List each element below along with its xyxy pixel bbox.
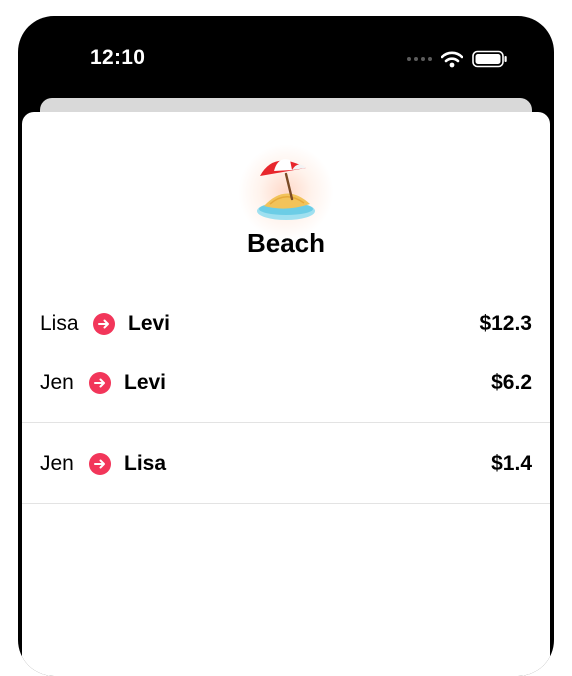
status-icons	[407, 49, 508, 69]
transfer-row-1[interactable]: Lisa Levi $12.3	[22, 304, 550, 344]
battery-icon	[472, 50, 507, 68]
status-bar: 12:10	[18, 16, 554, 106]
transfer-amount: $6.2	[491, 371, 532, 394]
wifi-icon	[441, 51, 463, 67]
group-title: Beach	[246, 228, 326, 258]
arrow-right-icon	[93, 313, 115, 335]
section-divider	[22, 422, 550, 423]
payee-name: Levi	[128, 312, 171, 335]
status-time: 12:10	[90, 46, 146, 69]
payee-name: Levi	[124, 371, 167, 394]
payee-name: Lisa	[124, 452, 167, 475]
payer-name: Jen	[40, 371, 74, 394]
beach-umbrella-icon	[257, 159, 315, 220]
transfer-amount: $1.4	[491, 452, 532, 475]
phone-frame: 12:10 Beach Lisa Levi $12.3 Jen Levi $6.…	[18, 16, 554, 676]
group-emoji	[238, 144, 334, 240]
cellular-signal-icon	[407, 57, 432, 61]
arrow-right-icon	[89, 453, 111, 475]
group-detail-sheet: Beach Lisa Levi $12.3 Jen Levi $6.2 Jen	[22, 112, 550, 676]
transfer-amount: $12.3	[479, 312, 532, 335]
arrow-right-icon	[89, 372, 111, 394]
payer-name: Jen	[40, 452, 74, 475]
section-divider	[22, 503, 550, 504]
transfer-row-2[interactable]: Jen Levi $6.2	[22, 363, 550, 403]
payer-name: Lisa	[40, 312, 79, 335]
transfer-row-3[interactable]: Jen Lisa $1.4	[22, 444, 550, 484]
